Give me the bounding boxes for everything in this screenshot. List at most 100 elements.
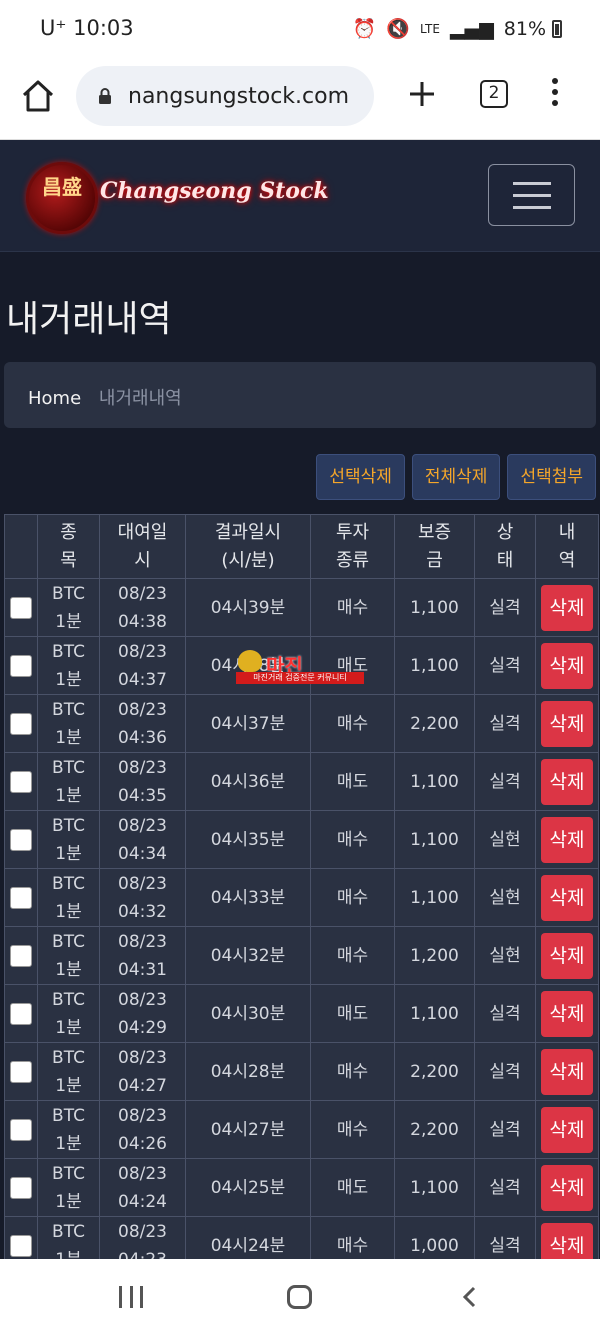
delete-all-button[interactable]: 전체삭제 xyxy=(411,454,501,500)
tab-switcher-button[interactable]: 2 xyxy=(480,80,508,108)
delete-row-button[interactable]: 삭제 xyxy=(541,874,593,921)
delete-row-button[interactable]: 삭제 xyxy=(541,700,593,747)
breadcrumb-current: 내거래내역 xyxy=(98,388,182,409)
rent-date-cell: 08/23 04:24 xyxy=(99,1158,186,1217)
item-cell: BTC 1분 xyxy=(37,1100,100,1159)
rent-date-cell: 08/23 04:32 xyxy=(99,868,186,927)
page-title: 내거래내역 xyxy=(6,299,172,340)
deposit-cell: 1,100 xyxy=(394,868,475,927)
breadcrumb-home-link[interactable]: Home xyxy=(28,388,81,409)
history-cell: 삭제 xyxy=(535,868,599,927)
status-cell: 실현 xyxy=(474,926,536,985)
type-cell: 매수 xyxy=(310,1042,395,1101)
item-cell: BTC 1분 xyxy=(37,984,100,1043)
result-time-cell: 04시37분 xyxy=(185,694,311,753)
delete-row-button[interactable]: 삭제 xyxy=(541,990,593,1037)
status-cell: 실격 xyxy=(474,984,536,1043)
header-item-column: 종 목 xyxy=(37,514,100,579)
rent-date-cell: 08/23 04:26 xyxy=(99,1100,186,1159)
row-checkbox[interactable] xyxy=(10,944,32,967)
badge-icon xyxy=(238,650,262,672)
site-header: 昌盛 Changseong Stock xyxy=(0,140,600,252)
address-bar[interactable]: nangsungstock.com xyxy=(76,66,374,126)
result-time-cell: 04시33분 xyxy=(185,868,311,927)
row-checkbox-cell xyxy=(4,694,38,753)
new-tab-icon[interactable] xyxy=(404,76,440,112)
row-checkbox-cell xyxy=(4,984,38,1043)
row-checkbox[interactable] xyxy=(10,770,32,793)
delete-row-button[interactable]: 삭제 xyxy=(541,1106,593,1153)
delete-row-button[interactable]: 삭제 xyxy=(541,932,593,979)
rent-date-cell: 08/23 04:34 xyxy=(99,810,186,869)
delete-row-button[interactable]: 삭제 xyxy=(541,584,593,631)
row-checkbox[interactable] xyxy=(10,1060,32,1083)
browser-menu-icon[interactable] xyxy=(545,74,565,114)
back-icon[interactable] xyxy=(458,1285,482,1309)
row-checkbox-cell xyxy=(4,636,38,695)
status-cell: 실현 xyxy=(474,868,536,927)
recent-apps-icon[interactable] xyxy=(119,1286,143,1308)
deposit-cell: 2,200 xyxy=(394,1042,475,1101)
status-cell: 실격 xyxy=(474,636,536,695)
logo-text[interactable]: Changseong Stock xyxy=(100,178,329,204)
delete-row-button[interactable]: 삭제 xyxy=(541,1164,593,1211)
row-checkbox[interactable] xyxy=(10,654,32,677)
row-checkbox-cell xyxy=(4,1100,38,1159)
row-checkbox[interactable] xyxy=(10,828,32,851)
history-cell: 삭제 xyxy=(535,1042,599,1101)
item-cell: BTC 1분 xyxy=(37,926,100,985)
status-icons: ⏰ 🔇 LTE ▂▄▆ 81% xyxy=(353,17,546,41)
deposit-cell: 1,100 xyxy=(394,810,475,869)
status-cell: 실현 xyxy=(474,810,536,869)
row-checkbox[interactable] xyxy=(10,1176,32,1199)
type-cell: 매도 xyxy=(310,752,395,811)
rent-date-cell: 08/23 04:38 xyxy=(99,578,186,637)
item-cell: BTC 1분 xyxy=(37,578,100,637)
table-row: BTC 1분 08/23 04:38 04시39분 매수 1,100 실격 삭제 xyxy=(4,578,599,637)
table-row: BTC 1분 08/23 04:35 04시36분 매도 1,100 실격 삭제 xyxy=(4,752,599,811)
status-cell: 실격 xyxy=(474,752,536,811)
breadcrumb: Home 내거래내역 xyxy=(4,362,596,428)
logo-emblem[interactable]: 昌盛 xyxy=(26,162,98,234)
status-cell: 실격 xyxy=(474,1158,536,1217)
hamburger-menu-button[interactable] xyxy=(488,164,575,226)
result-time-cell: 04시30분 xyxy=(185,984,311,1043)
row-checkbox[interactable] xyxy=(10,1118,32,1141)
home-icon[interactable] xyxy=(20,78,56,114)
watermark-logo: 마진 마진거래 검증전문 커뮤니티 xyxy=(236,650,364,684)
row-checkbox[interactable] xyxy=(10,712,32,735)
row-checkbox[interactable] xyxy=(10,1234,32,1257)
type-cell: 매수 xyxy=(310,694,395,753)
trade-history-table: 종 목 대여일 시 결과일시 (시/분) 투자 종류 보증 금상 태내 역 BTC 1분… xyxy=(4,514,599,1275)
table-row: BTC 1분 08/23 04:36 04시37분 매수 2,200 실격 삭제 xyxy=(4,694,599,753)
deposit-cell: 2,200 xyxy=(394,1100,475,1159)
row-checkbox[interactable] xyxy=(10,1002,32,1025)
attach-selected-button[interactable]: 선택첨부 xyxy=(507,454,596,500)
type-cell: 매수 xyxy=(310,1100,395,1159)
delete-row-button[interactable]: 삭제 xyxy=(541,1048,593,1095)
item-cell: BTC 1분 xyxy=(37,868,100,927)
header-result-time-column: 결과일시 (시/분) xyxy=(185,514,311,579)
deposit-cell: 1,100 xyxy=(394,752,475,811)
deposit-cell: 1,100 xyxy=(394,984,475,1043)
delete-selected-button[interactable]: 선택삭제 xyxy=(316,454,405,500)
type-cell: 매도 xyxy=(310,1158,395,1217)
status-cell: 실격 xyxy=(474,694,536,753)
url-text: nangsungstock.com xyxy=(128,84,350,109)
home-nav-icon[interactable] xyxy=(287,1285,312,1309)
result-time-cell: 04시25분 xyxy=(185,1158,311,1217)
delete-row-button[interactable]: 삭제 xyxy=(541,758,593,805)
rent-date-cell: 08/23 04:35 xyxy=(99,752,186,811)
deposit-cell: 1,100 xyxy=(394,578,475,637)
row-checkbox[interactable] xyxy=(10,886,32,909)
signal-icon: ▂▄▆ xyxy=(449,17,494,40)
row-checkbox[interactable] xyxy=(10,596,32,619)
delete-row-button[interactable]: 삭제 xyxy=(541,642,593,689)
delete-row-button[interactable]: 삭제 xyxy=(541,816,593,863)
result-time-cell: 04시35분 xyxy=(185,810,311,869)
item-cell: BTC 1분 xyxy=(37,810,100,869)
item-cell: BTC 1분 xyxy=(37,752,100,811)
browser-toolbar: nangsungstock.com 2 xyxy=(0,60,600,140)
rent-date-cell: 08/23 04:29 xyxy=(99,984,186,1043)
history-cell: 삭제 xyxy=(535,578,599,637)
